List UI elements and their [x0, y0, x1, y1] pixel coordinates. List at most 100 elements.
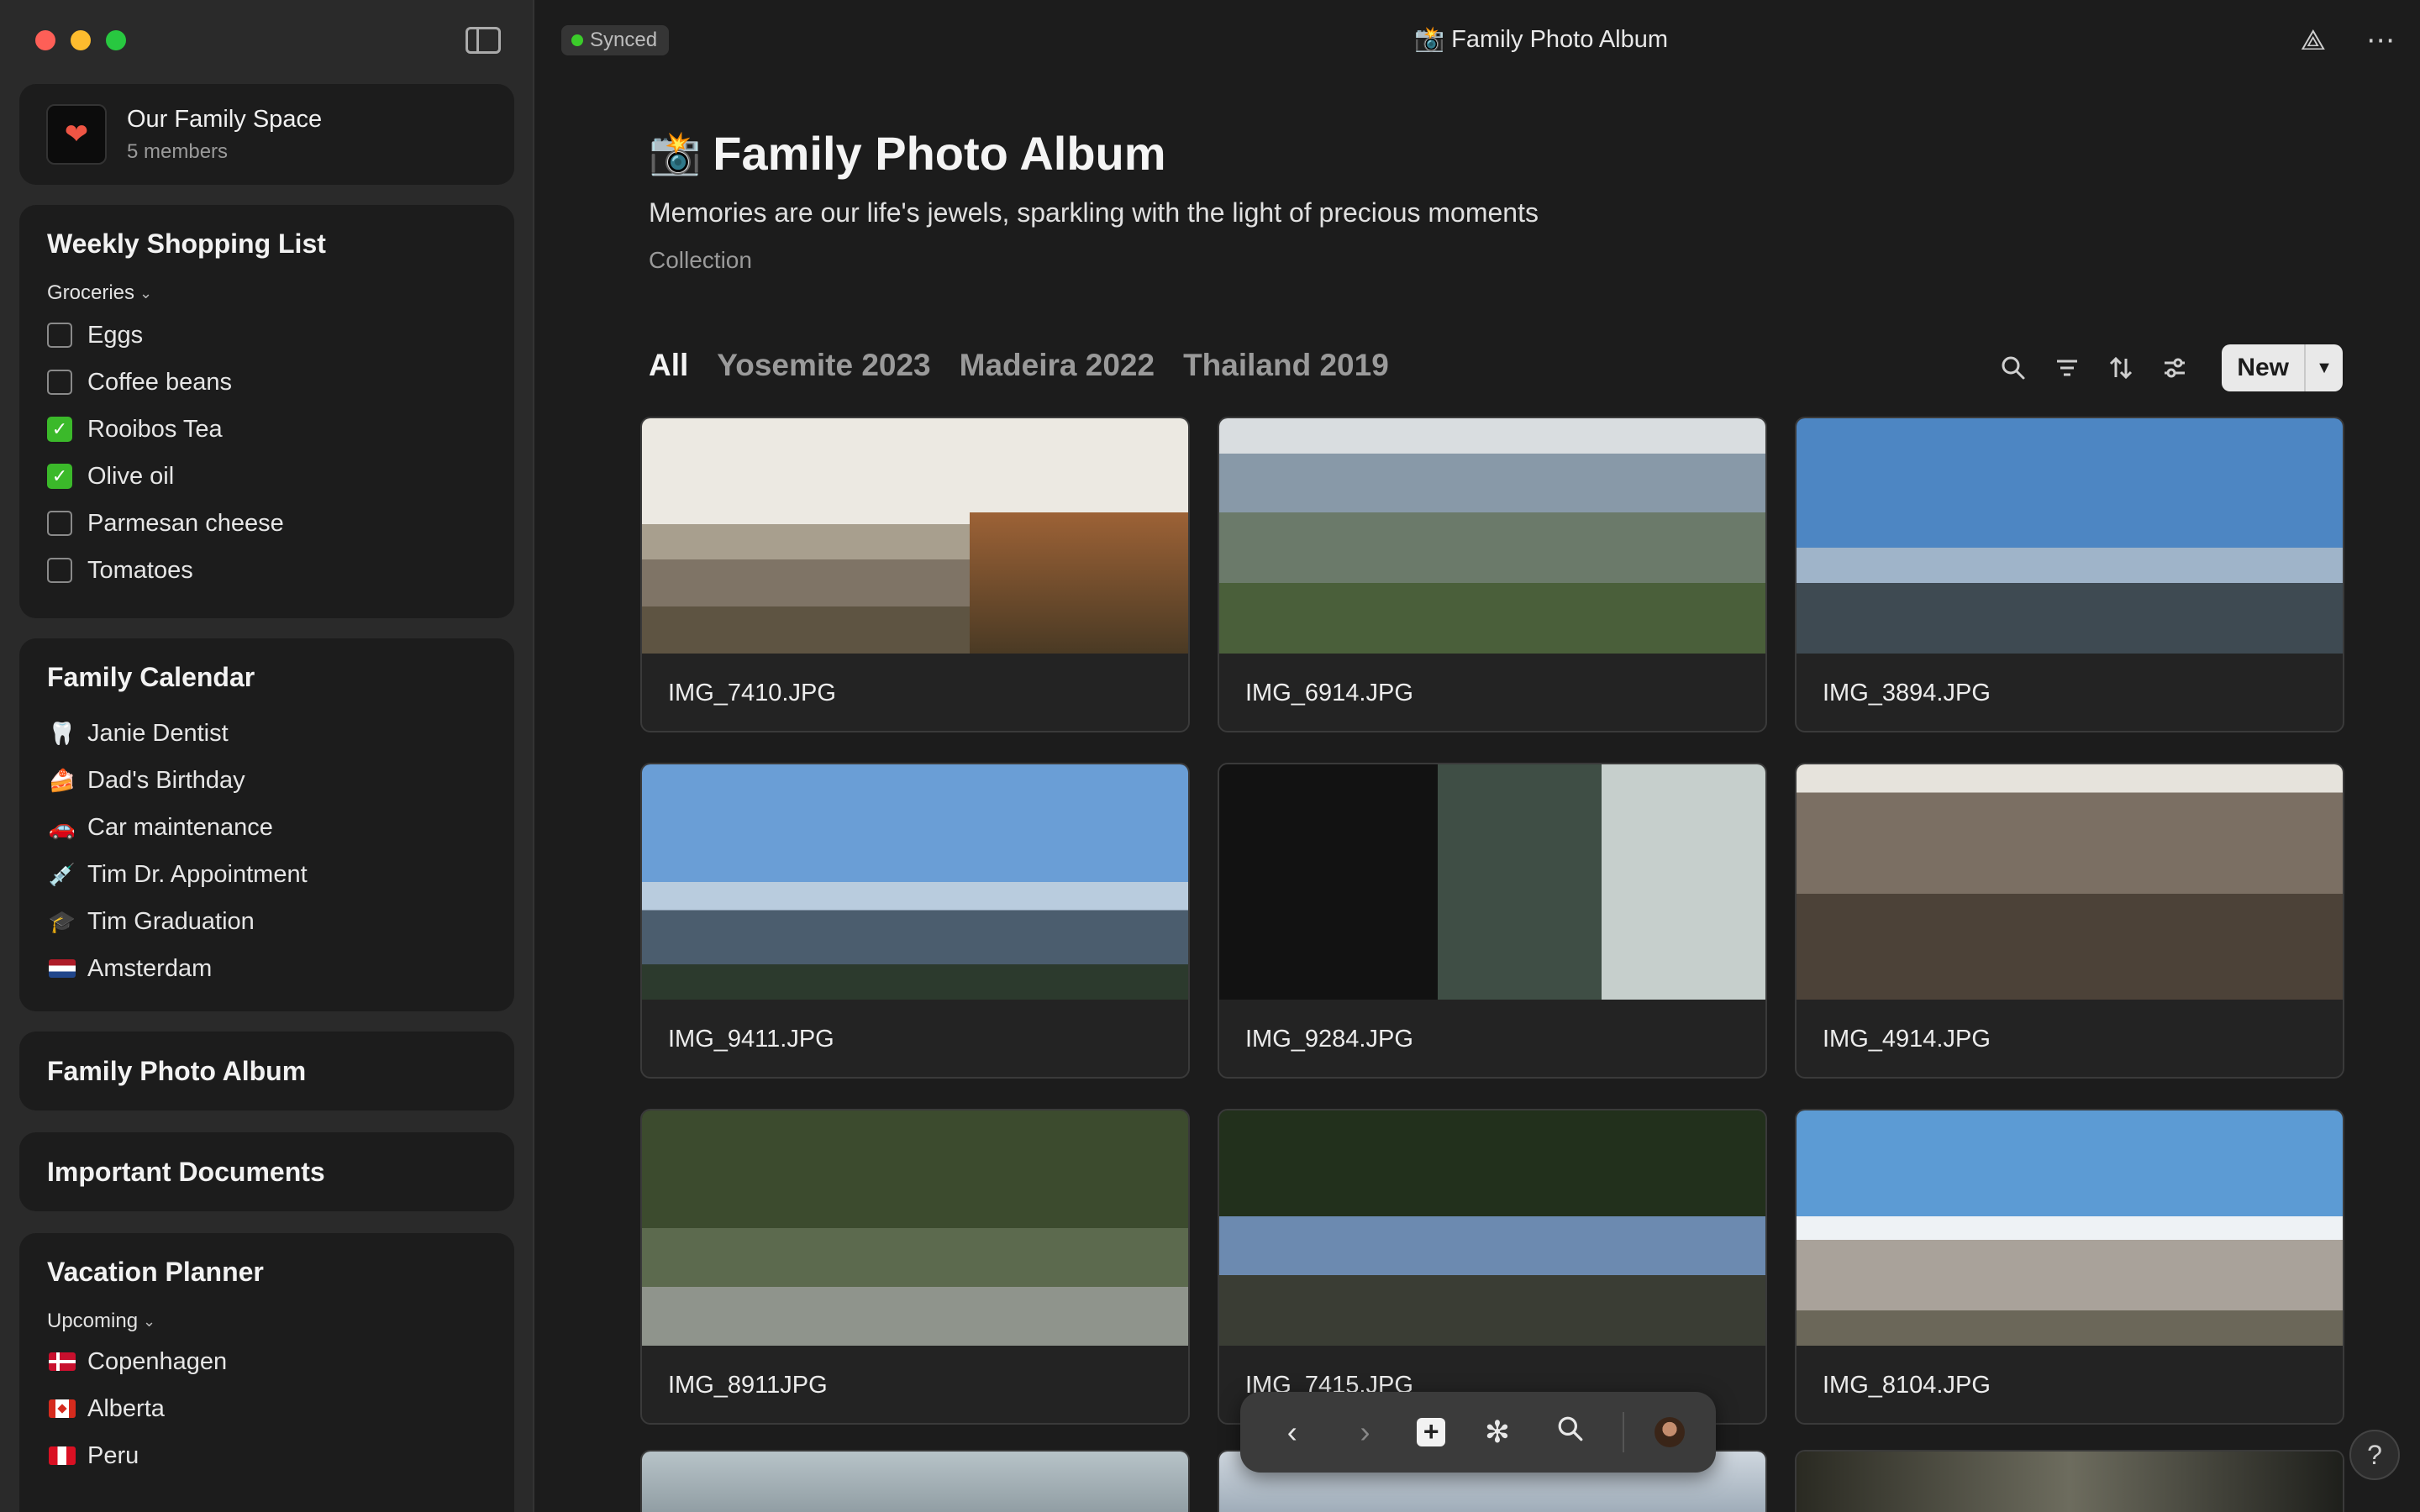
photo-filename: IMG_4914.JPG: [1823, 1025, 1991, 1053]
minimize-window-button[interactable]: [71, 30, 91, 50]
upcoming-toggle[interactable]: Upcoming ⌄: [47, 1310, 487, 1333]
shopping-item[interactable]: ✓ Rooibos Tea: [47, 406, 487, 453]
calendar-event-label: Janie Dentist: [87, 719, 229, 747]
more-options-icon[interactable]: ⋯: [2366, 24, 2395, 57]
family-photo-album-title: Family Photo Album: [47, 1055, 307, 1086]
calendar-event[interactable]: 🚗 Car maintenance: [47, 804, 487, 851]
vacation-item-label: Copenhagen: [87, 1347, 228, 1375]
page-description[interactable]: Memories are our life's jewels, sparklin…: [649, 197, 1539, 228]
sync-status-label: Synced: [590, 29, 658, 51]
vacation-item[interactable]: Peru: [47, 1432, 487, 1479]
apps-grid-icon[interactable]: ✻: [1476, 1415, 1518, 1450]
vacation-item[interactable]: Alberta: [47, 1385, 487, 1432]
shopping-item[interactable]: ✓ Olive oil: [47, 453, 487, 500]
calendar-event[interactable]: Amsterdam: [47, 945, 487, 992]
new-button-label[interactable]: New: [2222, 344, 2306, 391]
calendar-event[interactable]: 🎓 Tim Graduation: [47, 898, 487, 945]
calendar-event-label: Dad's Birthday: [87, 766, 245, 794]
new-button[interactable]: New ▼: [2222, 344, 2343, 391]
page-title: 📸 Family Photo Album: [649, 126, 1539, 181]
chevron-down-icon[interactable]: ▼: [2306, 344, 2343, 391]
search-icon[interactable]: [1986, 344, 2040, 391]
photo-thumbnail: [1797, 764, 2343, 1000]
photo-filename: IMG_3894.JPG: [1823, 679, 1991, 706]
back-arrow-icon[interactable]: ‹: [1271, 1415, 1313, 1450]
upcoming-label: Upcoming: [47, 1310, 139, 1332]
photo-thumbnail: [642, 764, 1188, 1000]
sync-status-badge: Synced: [561, 25, 670, 55]
photo-card[interactable]: IMG_6914.JPG: [1218, 417, 1767, 732]
important-documents-card[interactable]: Important Documents: [19, 1132, 514, 1211]
search-icon[interactable]: [1549, 1415, 1591, 1450]
share-network-icon[interactable]: ⟁: [2301, 24, 2326, 57]
checkbox[interactable]: [47, 511, 72, 536]
sidebar: ❤ Our Family Space 5 members Weekly Shop…: [0, 0, 534, 1512]
photo-thumbnail: [1797, 1110, 2343, 1346]
checkbox-checked[interactable]: ✓: [47, 464, 72, 489]
vacation-item-label: Peru: [87, 1441, 139, 1469]
sidebar-toggle-icon[interactable]: [466, 27, 501, 54]
photo-grid: IMG_7410.JPG IMG_6914.JPG IMG_3894.JPG I…: [640, 417, 2344, 1425]
shopping-list-card: Weekly Shopping List Groceries ⌄ Eggs Coff…: [19, 205, 514, 618]
checkbox[interactable]: [47, 370, 72, 395]
help-button[interactable]: ?: [2349, 1430, 2400, 1480]
vacation-planner-card: Vacation Planner Upcoming ⌄ Copenhagen Alb…: [19, 1233, 514, 1512]
tab-yosemite-2023[interactable]: Yosemite 2023: [717, 348, 930, 383]
photo-card[interactable]: IMG_8104.JPG: [1795, 1109, 2344, 1425]
view-settings-icon[interactable]: [2148, 344, 2202, 391]
photo-card[interactable]: IMG_8911JPG: [640, 1109, 1190, 1425]
add-page-icon[interactable]: +: [1417, 1418, 1446, 1446]
photo-card[interactable]: IMG_4914.JPG: [1795, 763, 2344, 1079]
filter-icon[interactable]: [2040, 344, 2094, 391]
family-calendar-title[interactable]: Family Calendar: [47, 662, 487, 693]
checkbox[interactable]: [47, 558, 72, 583]
photo-card[interactable]: [640, 1450, 1190, 1512]
calendar-event[interactable]: 💉 Tim Dr. Appointment: [47, 851, 487, 898]
photo-card[interactable]: IMG_3894.JPG: [1795, 417, 2344, 732]
photo-thumbnail: [642, 418, 1188, 654]
sort-icon[interactable]: [2094, 344, 2148, 391]
calendar-event-label: Tim Graduation: [87, 907, 255, 935]
photo-filename: IMG_9284.JPG: [1245, 1025, 1413, 1053]
close-window-button[interactable]: [35, 30, 55, 50]
photo-filename: IMG_6914.JPG: [1245, 679, 1413, 706]
shopping-item[interactable]: Tomatoes: [47, 547, 487, 594]
vacation-planner-title[interactable]: Vacation Planner: [47, 1257, 487, 1288]
groceries-toggle[interactable]: Groceries ⌄: [47, 281, 487, 305]
checkbox-checked[interactable]: ✓: [47, 417, 72, 442]
space-card[interactable]: ❤ Our Family Space 5 members: [19, 84, 514, 185]
photo-filename: IMG_9411.JPG: [668, 1025, 834, 1053]
shopping-item[interactable]: Coffee beans: [47, 359, 487, 406]
calendar-event[interactable]: 🦷 Janie Dentist: [47, 710, 487, 757]
tab-all[interactable]: All: [649, 348, 688, 383]
photo-thumbnail: [642, 1452, 1188, 1512]
forward-arrow-icon[interactable]: ›: [1344, 1415, 1386, 1450]
photo-card[interactable]: [1795, 1450, 2344, 1512]
chevron-down-icon: ⌄: [143, 1312, 156, 1330]
photo-thumbnail: [1219, 1110, 1765, 1346]
photo-card[interactable]: IMG_9284.JPG: [1218, 763, 1767, 1079]
page-title-text[interactable]: Family Photo Album: [713, 126, 1165, 181]
window-title: 📸 Family Photo Album: [1413, 26, 1669, 53]
shopping-item-label: Olive oil: [87, 462, 175, 490]
calendar-event-label: Car maintenance: [87, 813, 273, 841]
photo-filename: IMG_7410.JPG: [668, 679, 836, 706]
event-emoji-icon: 🚗: [48, 814, 76, 840]
photo-card[interactable]: IMG_7410.JPG: [640, 417, 1190, 732]
view-tabs: All Yosemite 2023 Madeira 2022 Thailand …: [649, 348, 1389, 383]
shopping-item-label: Parmesan cheese: [87, 509, 284, 537]
user-avatar[interactable]: [1655, 1417, 1686, 1447]
shopping-item[interactable]: Eggs: [47, 312, 487, 359]
tab-madeira-2022[interactable]: Madeira 2022: [960, 348, 1155, 383]
tab-thailand-2019[interactable]: Thailand 2019: [1183, 348, 1389, 383]
shopping-list-title[interactable]: Weekly Shopping List: [47, 228, 487, 260]
family-photo-album-card[interactable]: Family Photo Album: [19, 1032, 514, 1110]
shopping-item-label: Eggs: [87, 321, 144, 349]
photo-card[interactable]: IMG_9411.JPG: [640, 763, 1190, 1079]
zoom-window-button[interactable]: [106, 30, 126, 50]
photo-card[interactable]: IMG_7415.JPG: [1218, 1109, 1767, 1425]
shopping-item[interactable]: Parmesan cheese: [47, 500, 487, 547]
checkbox[interactable]: [47, 323, 72, 348]
vacation-item[interactable]: Copenhagen: [47, 1338, 487, 1385]
calendar-event[interactable]: 🍰 Dad's Birthday: [47, 757, 487, 804]
